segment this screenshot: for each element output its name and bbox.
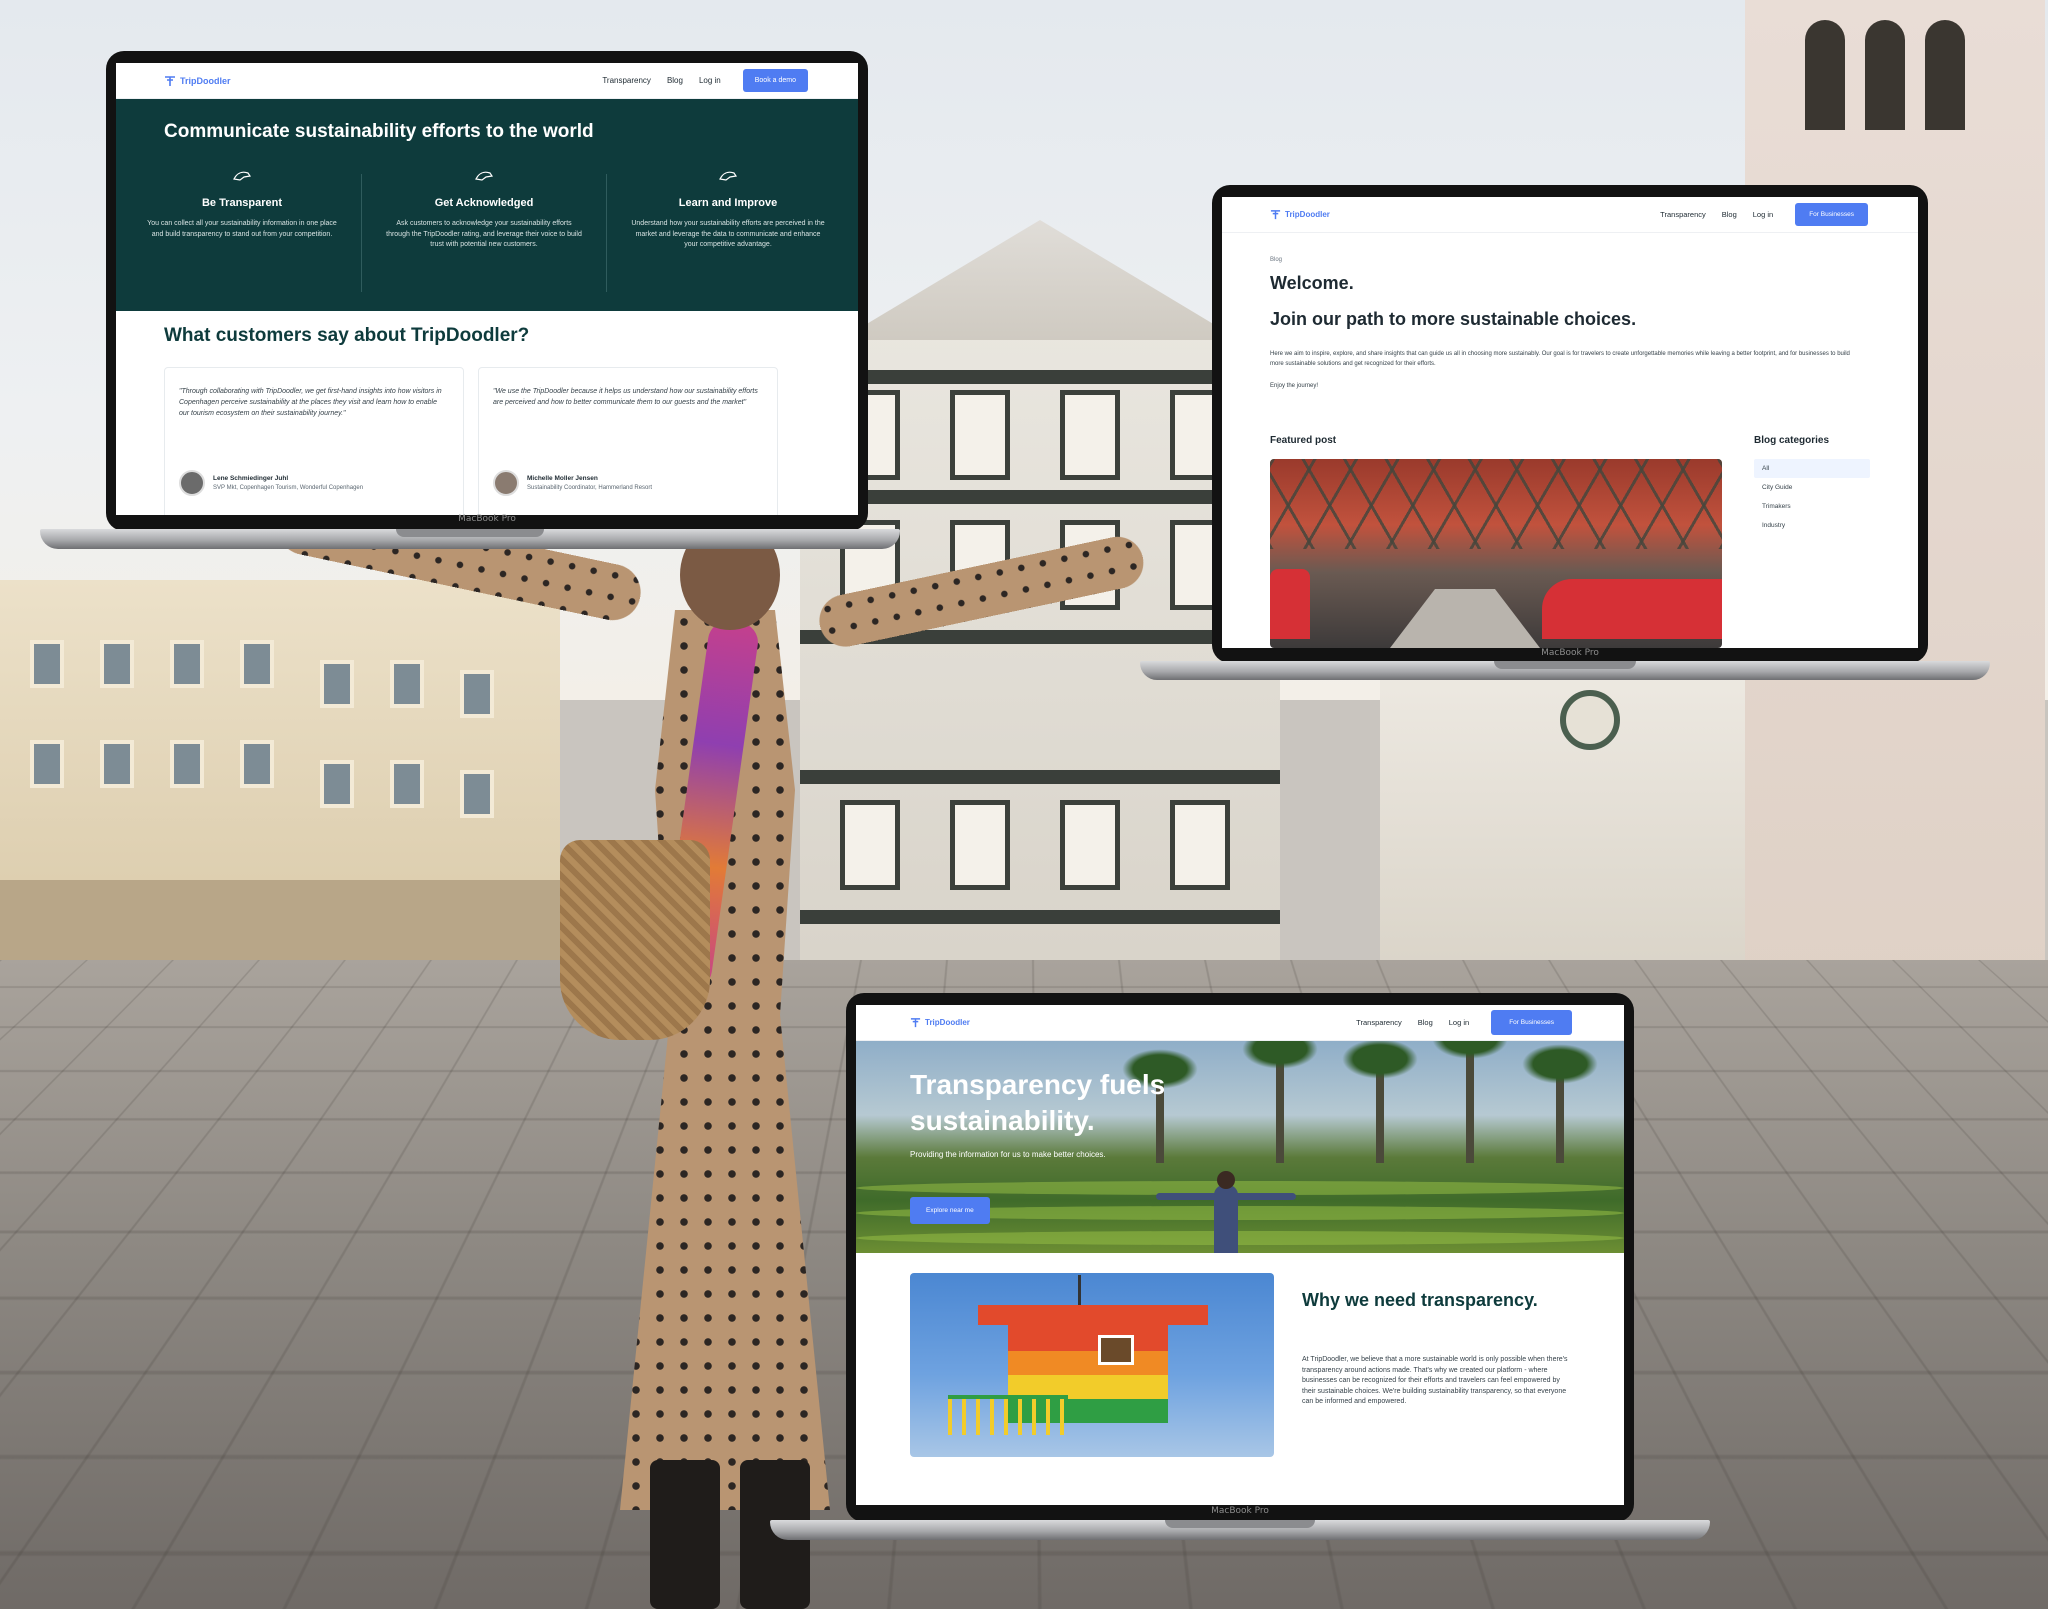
laptop-businesses-page: TripDoodler Transparency Blog Log in Boo… xyxy=(40,51,900,551)
hero-subtitle: Providing the information for us to make… xyxy=(910,1150,1106,1159)
device-label: MacBook Pro xyxy=(1541,648,1599,658)
avatar xyxy=(179,470,205,496)
why-title: Why we need transparency. xyxy=(1302,1290,1538,1310)
category-item-city-guide[interactable]: City Guide xyxy=(1754,478,1870,497)
tripdoodler-logo-icon xyxy=(165,75,175,86)
logo-text: TripDoodler xyxy=(1285,210,1330,219)
testimonial-quote: "Through collaborating with TripDoodler,… xyxy=(179,388,442,417)
screen: TripDoodler Transparency Blog Log in Boo… xyxy=(116,63,858,515)
nav-link-transparency[interactable]: Transparency xyxy=(1356,1018,1402,1027)
lifeguard-tower-image xyxy=(910,1273,1274,1457)
nav-link-blog[interactable]: Blog xyxy=(1722,210,1737,219)
rose-window xyxy=(1560,690,1620,750)
testimonial-name: Michelle Moller Jensen xyxy=(527,475,598,482)
device-label: MacBook Pro xyxy=(458,514,516,524)
hero-title: Transparency fuels sustainability. xyxy=(910,1069,1166,1136)
book-demo-button[interactable]: Book a demo xyxy=(742,69,808,92)
category-item-all[interactable]: All xyxy=(1754,459,1870,478)
testimonial-name: Lene Schmiedinger Juhl xyxy=(213,475,289,482)
feature-text: Understand how your sustainability effor… xyxy=(631,220,825,248)
feature-card: Learn and Improve Understand how your su… xyxy=(628,169,828,251)
pointing-hand-icon xyxy=(233,171,252,181)
for-businesses-button[interactable]: For Businesses xyxy=(1795,203,1868,226)
feature-text: Ask customers to acknowledge your sustai… xyxy=(386,220,582,248)
hero-person-image xyxy=(1156,1171,1296,1253)
blog-categories-title: Blog categories xyxy=(1754,435,1830,446)
logo[interactable]: TripDoodler xyxy=(910,1017,970,1028)
logo[interactable]: TripDoodler xyxy=(164,75,231,87)
nav-link-login[interactable]: Log in xyxy=(1449,1018,1469,1027)
featured-post-title: Featured post xyxy=(1270,435,1337,446)
pointing-hand-icon xyxy=(475,171,494,181)
category-item-industry[interactable]: Industry xyxy=(1754,516,1870,535)
logo[interactable]: TripDoodler xyxy=(1270,209,1330,220)
nav-link-blog[interactable]: Blog xyxy=(1418,1018,1433,1027)
feature-title: Be Transparent xyxy=(201,197,283,209)
hero-banner: Transparency fuels sustainability. Provi… xyxy=(856,1041,1624,1253)
hero-section: Communicate sustainability efforts to th… xyxy=(116,99,858,311)
laptop-blog-page: TripDoodler Transparency Blog Log in For… xyxy=(1140,185,1990,680)
intro-text: Here we aim to inspire, explore, and sha… xyxy=(1270,351,1850,367)
why-text: At TripDoodler, we believe that a more s… xyxy=(1302,1356,1568,1405)
top-nav: TripDoodler Transparency Blog Log in For… xyxy=(1222,197,1918,233)
for-businesses-button[interactable]: For Businesses xyxy=(1491,1010,1572,1035)
testimonial-card: "Through collaborating with TripDoodler,… xyxy=(164,367,464,515)
logo-text: TripDoodler xyxy=(925,1018,970,1027)
nav-link-login[interactable]: Log in xyxy=(1753,210,1773,219)
page-subtitle: Join our path to more sustainable choice… xyxy=(1270,309,1637,329)
nav-link-transparency[interactable]: Transparency xyxy=(1660,210,1706,219)
enjoy-text: Enjoy the journey! xyxy=(1270,383,1319,389)
top-nav: TripDoodler Transparency Blog Log in Boo… xyxy=(116,63,858,99)
nav-link-login[interactable]: Log in xyxy=(699,76,721,85)
testimonial-role: Sustainability Coordinator, Hammerland R… xyxy=(527,485,653,491)
feature-title: Learn and Improve xyxy=(678,197,778,209)
nav-link-blog[interactable]: Blog xyxy=(667,76,683,85)
tripdoodler-logo-icon xyxy=(910,1018,921,1028)
testimonial-card: "We use the TripDoodler because it helps… xyxy=(478,367,778,515)
top-nav: TripDoodler Transparency Blog Log in For… xyxy=(856,1005,1624,1041)
screen: TripDoodler Transparency Blog Log in For… xyxy=(856,1005,1624,1505)
featured-post-image[interactable] xyxy=(1270,459,1722,648)
left-buildings xyxy=(0,580,560,980)
screen: TripDoodler Transparency Blog Log in For… xyxy=(1222,197,1918,648)
testimonial-quote: "We use the TripDoodler because it helps… xyxy=(493,388,758,406)
category-item-trimakers[interactable]: Trimakers xyxy=(1754,497,1870,516)
feature-card: Be Transparent You can collect all your … xyxy=(142,169,342,240)
pointing-hand-icon xyxy=(719,171,738,181)
device-label: MacBook Pro xyxy=(1211,1506,1269,1516)
breadcrumb[interactable]: Blog xyxy=(1270,257,1282,263)
explore-near-me-button[interactable]: Explore near me xyxy=(910,1197,990,1224)
laptop-home-page: TripDoodler Transparency Blog Log in For… xyxy=(770,993,1710,1543)
feature-title: Get Acknowledged xyxy=(434,197,534,209)
feature-card: Get Acknowledged Ask customers to acknow… xyxy=(384,169,584,251)
testimonial-role: SVP Mkt, Copenhagen Tourism, Wonderful C… xyxy=(213,485,364,491)
page-title: Welcome. xyxy=(1270,273,1354,293)
tripdoodler-logo-icon xyxy=(1270,210,1281,220)
category-list: All City Guide Trimakers Industry xyxy=(1754,459,1870,535)
nav-link-transparency[interactable]: Transparency xyxy=(602,76,651,85)
testimonials-title: What customers say about TripDoodler? xyxy=(164,325,530,346)
feature-text: You can collect all your sustainability … xyxy=(147,220,337,238)
logo-text: TripDoodler xyxy=(180,75,231,86)
avatar xyxy=(493,470,519,496)
hero-title: Communicate sustainability efforts to th… xyxy=(164,121,594,142)
